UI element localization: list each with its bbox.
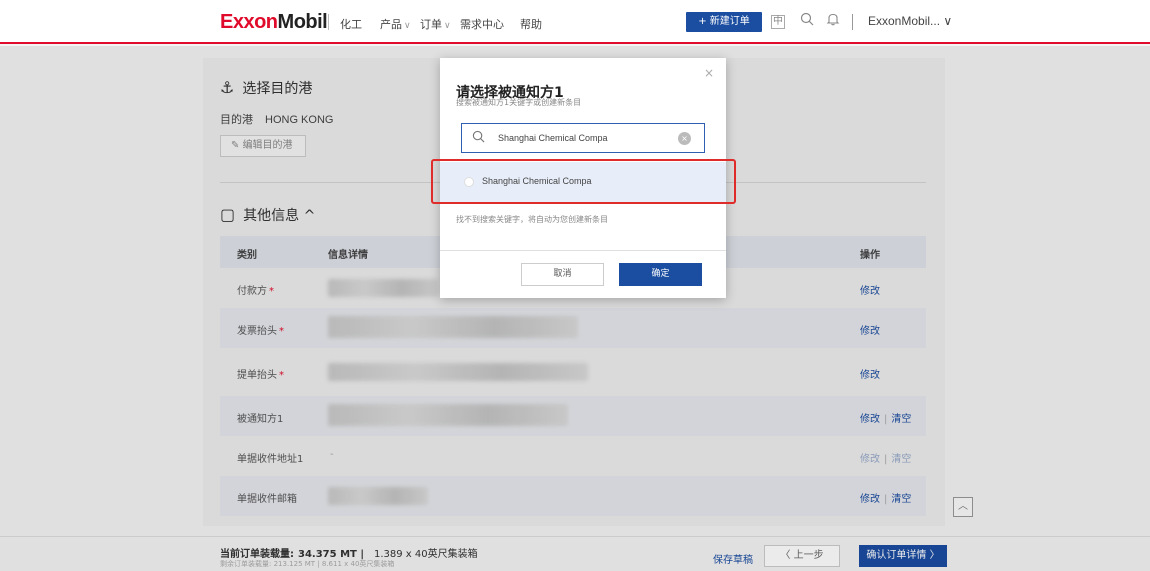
lang-icon[interactable]: 中: [771, 15, 785, 29]
close-icon[interactable]: ×: [704, 66, 714, 80]
search-icon: [472, 130, 485, 147]
modal-subtitle: 搜索被通知方1关键字或创建新条目: [456, 98, 582, 107]
confirm-button[interactable]: 确定: [619, 263, 702, 286]
logo-text-mobil: Mobil: [277, 11, 328, 33]
header-divider: [852, 14, 853, 30]
top-header: ExxonMobil 化工 产品 ∨ 订单 ∨ 需求中心 帮助 + 新建订单 中 E…: [0, 0, 1150, 44]
nav-label: 产品: [380, 18, 402, 31]
exxonmobil-logo[interactable]: ExxonMobil: [220, 11, 328, 34]
nav-chemicals[interactable]: 化工: [340, 16, 362, 32]
nav-help[interactable]: 帮助: [520, 16, 542, 32]
clear-search-icon[interactable]: ×: [678, 132, 691, 145]
nav-label: 帮助: [520, 18, 542, 31]
nav-label: 化工: [340, 18, 362, 31]
nav-label: 需求中心: [460, 18, 504, 31]
logo-divider: [328, 14, 329, 30]
search-icon[interactable]: [797, 12, 817, 32]
modal-divider: [440, 250, 726, 251]
nav-label: 订单: [420, 18, 442, 31]
bell-icon[interactable]: [823, 12, 843, 32]
logo-text-exxon: Exxon: [220, 11, 278, 33]
cancel-button[interactable]: 取消: [521, 263, 604, 286]
search-field: ×: [461, 123, 705, 153]
modal-hint: 找不到搜索关键字，将自动为您创建新条目: [456, 215, 608, 224]
nav-orders[interactable]: 订单 ∨: [420, 16, 451, 32]
new-order-button[interactable]: + 新建订单: [686, 12, 762, 32]
chevron-down-icon: ∨: [444, 21, 451, 31]
account-menu[interactable]: ExxonMobil... ∨: [868, 14, 952, 28]
annotation-highlight: [431, 159, 736, 204]
nav-products[interactable]: 产品 ∨: [380, 16, 411, 32]
chevron-down-icon: ∨: [404, 21, 411, 31]
nav-demand-center[interactable]: 需求中心: [460, 16, 504, 32]
search-input[interactable]: [498, 130, 668, 146]
